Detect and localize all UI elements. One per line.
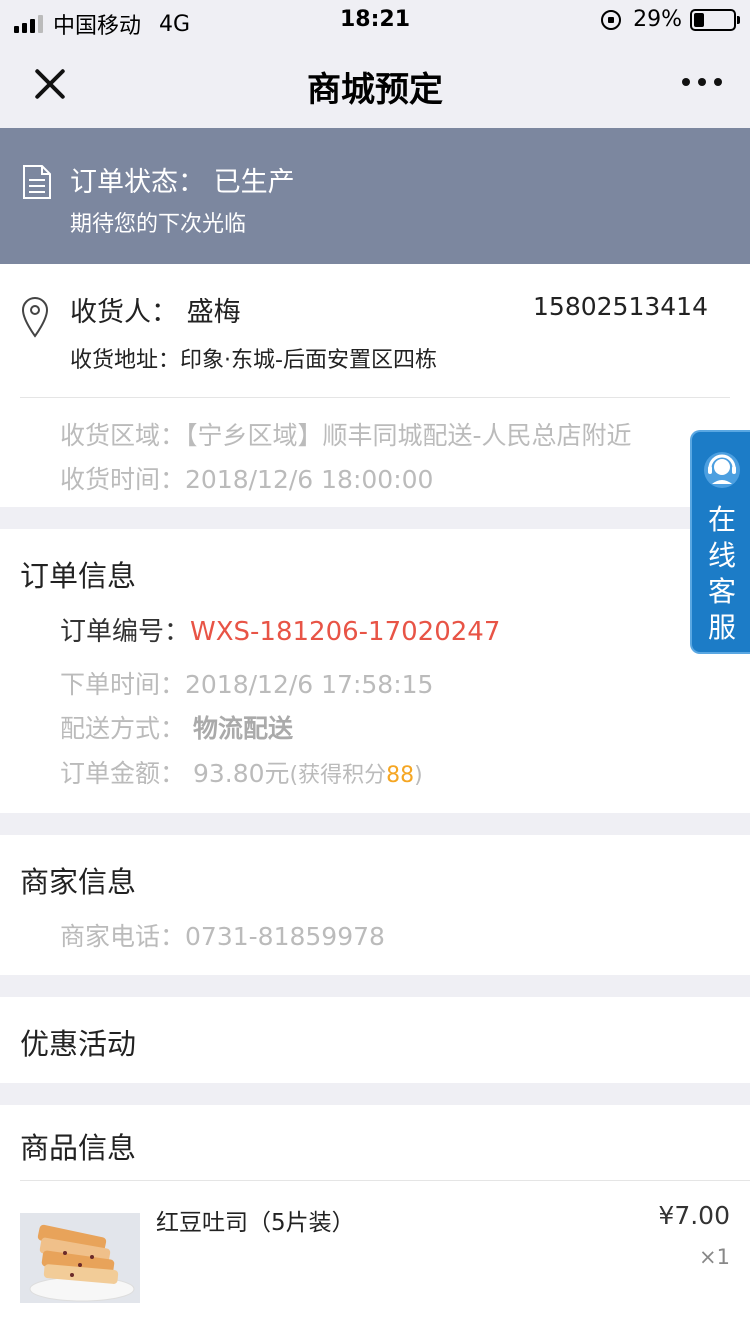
- goods-card: 商品信息 红豆吐司（5片装） ¥7.00 ×1: [0, 1105, 750, 1334]
- receiver-name: 盛梅: [186, 297, 241, 328]
- promotions-card: 优惠活动: [0, 997, 750, 1083]
- order-status-message: 期待您的下次光临: [70, 212, 247, 237]
- points-prefix: (获得积分: [289, 763, 387, 788]
- merchant-phone-label: 商家电话：: [60, 922, 186, 951]
- region-value: 【宁乡区域】顺丰同城配送-人民总店附近: [185, 421, 632, 450]
- page-title: 商城预定: [307, 70, 443, 110]
- divider: [20, 1180, 750, 1181]
- order-number-label: 订单编号：: [60, 617, 191, 647]
- address-label: 收货地址：: [70, 348, 181, 373]
- region-label: 收货区域：: [60, 421, 186, 450]
- order-status-value: 已生产: [213, 167, 295, 198]
- order-status: 订单状态： 已生产: [70, 160, 295, 199]
- nav-bar: 商城预定: [0, 40, 750, 128]
- merchant-phone[interactable]: 商家电话：0731-81859978: [60, 917, 385, 953]
- receiver: 收货人： 盛梅: [70, 290, 241, 329]
- shipping-method: 配送方式： 物流配送: [60, 709, 293, 745]
- status-bar: 中国移动 4G 18:21 29%: [0, 0, 750, 40]
- shipping-label: 配送方式：: [60, 714, 186, 743]
- online-service-button[interactable]: 在线客服: [690, 430, 750, 654]
- rotation-lock-icon: [601, 9, 622, 30]
- merchant-title: 商家信息: [20, 865, 137, 899]
- order-info-title: 订单信息: [20, 559, 137, 593]
- battery-icon: [690, 8, 740, 31]
- address-card: 收货人： 盛梅 15802513414 收货地址：印象·东城-后面安置区四栋 收…: [0, 264, 750, 507]
- status-right: 29%: [601, 7, 740, 32]
- order-time-value: 2018/12/6 17:58:15: [185, 670, 434, 699]
- customer-service-icon: [704, 452, 740, 488]
- address-value: 印象·东城-后面安置区四栋: [180, 348, 437, 373]
- amount-value: 93.80元: [192, 759, 290, 788]
- merchant-card: 商家信息 商家电话：0731-81859978: [0, 835, 750, 975]
- delivery-time: 收货时间：2018/12/6 18:00:00: [60, 460, 433, 496]
- divider: [20, 397, 730, 398]
- order-status-banner: 订单状态： 已生产 期待您的下次光临: [0, 128, 750, 264]
- order-info-card: 订单信息 订单编号：WXS-181206-17020247 下单时间：2018/…: [0, 529, 750, 813]
- points-value: 88: [386, 763, 415, 788]
- delivery-time-label: 收货时间：: [60, 465, 186, 494]
- receiver-label: 收货人：: [70, 297, 178, 328]
- promotions-title: 优惠活动: [20, 1027, 137, 1061]
- order-time: 下单时间：2018/12/6 17:58:15: [60, 665, 433, 701]
- points-suffix: ): [414, 763, 423, 788]
- product-quantity: ×1: [699, 1245, 730, 1269]
- document-icon: [23, 165, 51, 199]
- order-status-label: 订单状态：: [70, 167, 205, 198]
- shipping-value: 物流配送: [192, 714, 293, 743]
- order-number-value: WXS-181206-17020247: [190, 617, 501, 647]
- receiver-address: 收货地址：印象·东城-后面安置区四栋: [70, 342, 437, 374]
- battery-percent: 29%: [633, 7, 682, 32]
- order-number: 订单编号：WXS-181206-17020247: [60, 611, 500, 648]
- product-image[interactable]: [20, 1213, 140, 1303]
- receiver-phone[interactable]: 15802513414: [533, 292, 708, 321]
- more-icon[interactable]: [682, 78, 722, 86]
- order-time-label: 下单时间：: [60, 670, 186, 699]
- delivery-time-value: 2018/12/6 18:00:00: [185, 465, 434, 494]
- merchant-phone-value: 0731-81859978: [185, 922, 385, 951]
- order-amount: 订单金额： 93.80元(获得积分88): [60, 754, 423, 790]
- goods-title: 商品信息: [20, 1131, 137, 1165]
- delivery-region: 收货区域：【宁乡区域】顺丰同城配送-人民总店附近: [60, 416, 710, 452]
- amount-label: 订单金额：: [60, 759, 186, 788]
- online-service-label: 在线客服: [707, 503, 736, 644]
- product-name[interactable]: 红豆吐司（5片装）: [156, 1203, 355, 1237]
- location-pin-icon: [21, 297, 49, 338]
- product-price: ¥7.00: [658, 1201, 730, 1230]
